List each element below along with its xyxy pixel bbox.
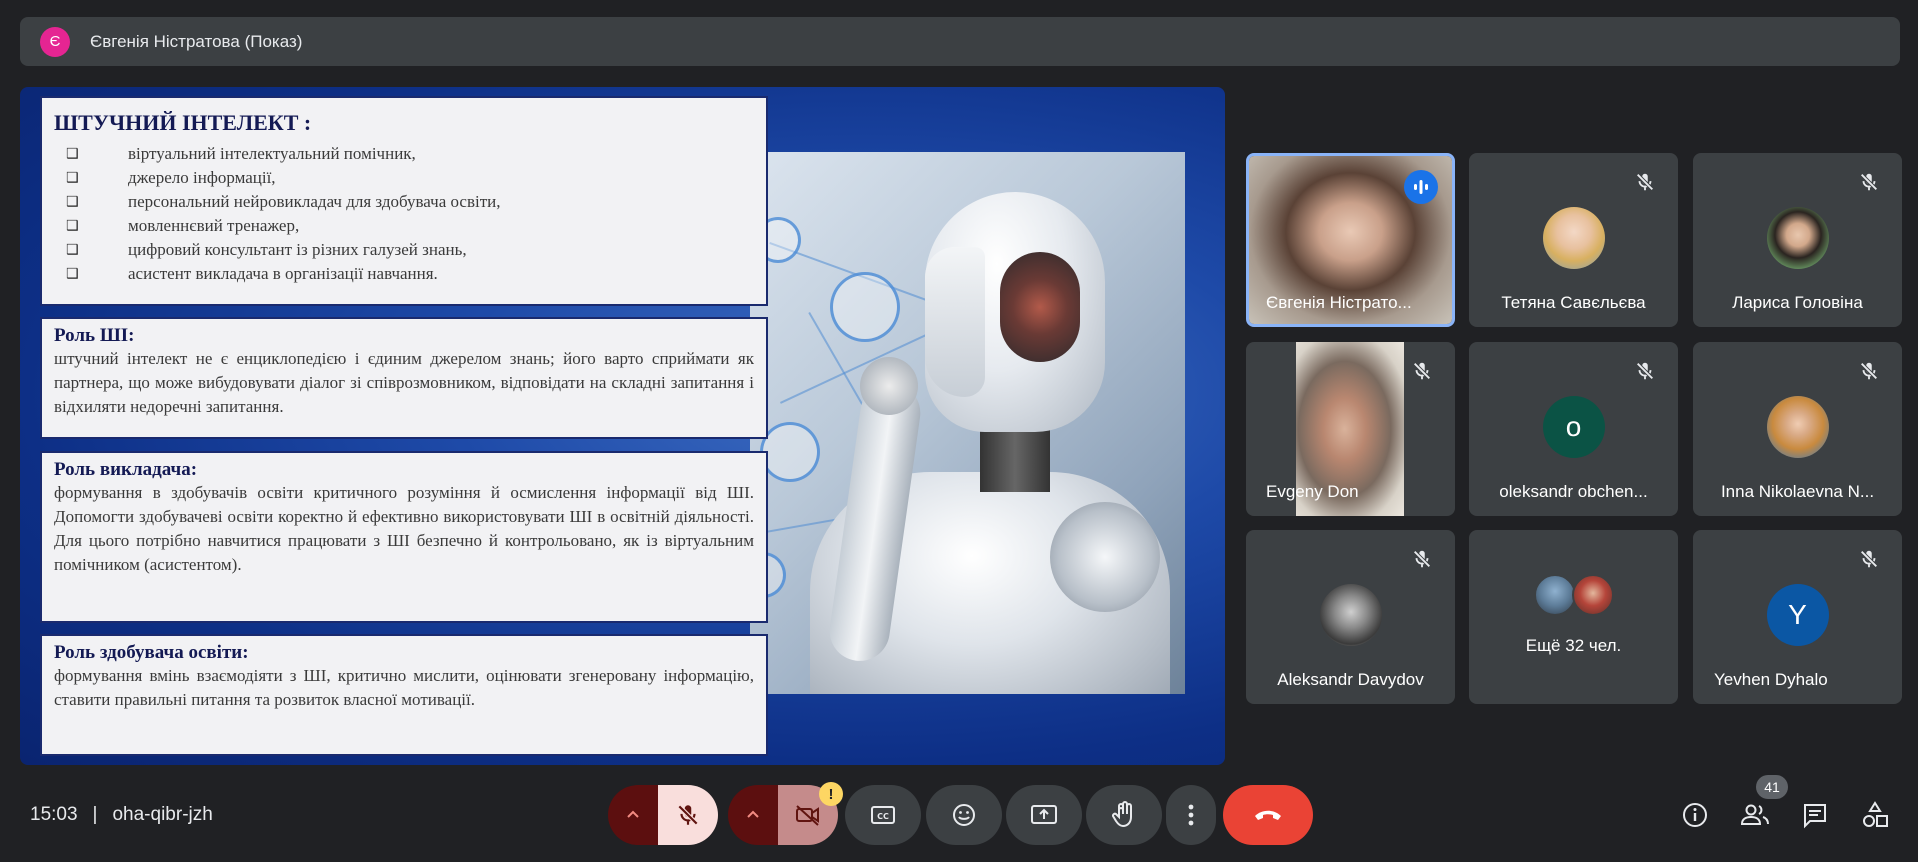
slide-box-teacher-role: Роль викладача: формування в здобувачів …: [40, 451, 768, 623]
chevron-up-icon: [627, 810, 639, 818]
mic-off-icon: [677, 804, 699, 826]
participant-tile-overflow[interactable]: Ещё 32 чел.: [1469, 530, 1678, 704]
checkbox-bullet-icon: ❑: [66, 242, 79, 258]
mic-off-icon: [1634, 171, 1656, 193]
participant-tile[interactable]: o oleksandr obchen...: [1469, 342, 1678, 516]
avatar: [1542, 207, 1605, 269]
participant-tile[interactable]: Y Yevhen Dyhalo: [1693, 530, 1902, 704]
avatar: Y: [1766, 584, 1829, 646]
people-icon: [1740, 804, 1769, 825]
checkbox-bullet-icon: ❑: [66, 218, 79, 234]
participant-name: oleksandr obchen...: [1499, 482, 1648, 501]
slide-box-title: Роль здобувача освіти:: [54, 642, 249, 663]
more-options-button[interactable]: [1166, 785, 1216, 845]
avatar: o: [1542, 396, 1605, 458]
slide-bullet-list: ❑ віртуальний інтелектуальний помічник, ❑…: [66, 142, 754, 286]
presented-slide: ШТУЧНИЙ ІНТЕЛЕКТ : ❑ віртуальний інтелект…: [20, 87, 1225, 765]
mic-off-icon: [1858, 548, 1880, 570]
chat-icon: [1804, 804, 1826, 829]
participant-name: Тетяна Савєльєва: [1501, 293, 1646, 312]
participant-tile[interactable]: Євгенія Ністрато...: [1246, 153, 1455, 327]
mic-off-icon: [1858, 360, 1880, 382]
chat-button[interactable]: [1798, 798, 1832, 832]
slide-box-title: ШТУЧНИЙ ІНТЕЛЕКТ :: [54, 110, 312, 135]
raise-hand-button[interactable]: [1086, 785, 1162, 845]
participant-tile[interactable]: Aleksandr Davydov: [1246, 530, 1455, 704]
camera-off-icon: [796, 805, 819, 826]
info-icon: [1683, 803, 1707, 827]
more-vert-icon: [1188, 804, 1194, 826]
slide-box-student-role: Роль здобувача освіти: формування вмінь …: [40, 634, 768, 756]
chevron-up-icon: [747, 810, 759, 818]
raise-hand-icon: [1112, 801, 1132, 828]
emoji-icon: [953, 804, 975, 826]
slide-box-ai-role: Роль ШІ: штучний інтелект не є енциклопе…: [40, 317, 768, 439]
reactions-button[interactable]: [926, 785, 1002, 845]
presenter-avatar: Є: [40, 26, 70, 57]
presenter-bar: Є Євгенія Ністратова (Показ): [20, 17, 1900, 66]
participant-name: Yevhen Dyhalo: [1714, 670, 1828, 689]
present-screen-icon: [1031, 805, 1057, 824]
camera-warning-badge: !: [819, 782, 843, 806]
participant-tile[interactable]: Inna Nikolaevna N...: [1693, 342, 1902, 516]
avatar: [1766, 207, 1829, 269]
participant-tile[interactable]: Лариса Головіна: [1693, 153, 1902, 327]
avatar-stack: [1534, 574, 1618, 618]
avatar: [1319, 584, 1382, 646]
slide-box-text: формування вмінь взаємодіяти з ШІ, крити…: [54, 666, 754, 709]
meeting-info: 15:03 | oha-qibr-jzh: [30, 804, 213, 826]
robot-illustration: [750, 152, 1185, 694]
participant-name: Лариса Головіна: [1732, 293, 1863, 312]
meeting-time: 15:03: [30, 804, 78, 825]
participant-tile[interactable]: Тетяна Савєльєва: [1469, 153, 1678, 327]
slide-bullet-item: ❑ цифровий консультант із різних галузей …: [66, 238, 754, 262]
avatar: [1534, 574, 1576, 616]
checkbox-bullet-icon: ❑: [66, 266, 79, 282]
closed-captions-icon: CC: [871, 806, 895, 824]
checkbox-bullet-icon: ❑: [66, 194, 79, 210]
checkbox-bullet-icon: ❑: [66, 170, 79, 186]
presenter-name: Євгенія Ністратова (Показ): [90, 31, 303, 51]
participant-name: Aleksandr Davydov: [1277, 670, 1424, 689]
leave-call-button[interactable]: [1223, 785, 1313, 845]
mic-off-icon: [1411, 548, 1433, 570]
mic-off-icon: [1411, 360, 1433, 382]
slide-bullet-item: ❑ віртуальний інтелектуальний помічник,: [66, 142, 754, 166]
participant-name: Євгенія Ністрато...: [1266, 293, 1412, 312]
present-screen-button[interactable]: [1006, 785, 1082, 845]
avatar: [1766, 396, 1829, 458]
activities-button[interactable]: [1858, 798, 1892, 832]
meeting-details-button[interactable]: [1678, 798, 1712, 832]
participant-name: Evgeny Don: [1266, 482, 1359, 501]
participants-count-badge: 41: [1756, 775, 1788, 799]
slide-box-title: Роль викладача:: [54, 459, 198, 480]
meeting-code[interactable]: oha-qibr-jzh: [112, 804, 212, 826]
speaking-indicator-icon: [1404, 170, 1438, 204]
activities-icon: [1863, 801, 1888, 827]
participant-tile[interactable]: Evgeny Don: [1246, 342, 1455, 516]
svg-text:CC: CC: [877, 812, 889, 821]
mic-off-icon: [1858, 171, 1880, 193]
slide-box-ai: ШТУЧНИЙ ІНТЕЛЕКТ : ❑ віртуальний інтелект…: [40, 96, 768, 306]
slide-bullet-item: ❑ персональний нейровикладач для здобувач…: [66, 190, 754, 214]
mic-control-group: [608, 785, 718, 845]
slide-bullet-item: ❑ асистент викладача в організації навчан…: [66, 262, 754, 286]
avatar: [1572, 574, 1614, 616]
slide-bullet-item: ❑ джерело інформації,: [66, 166, 754, 190]
participant-name: Inna Nikolaevna N...: [1720, 482, 1875, 501]
camera-options-button[interactable]: [728, 785, 778, 845]
slide-bullet-item: ❑ мовленнєвий тренажер,: [66, 214, 754, 238]
people-button[interactable]: [1738, 798, 1772, 832]
slide-box-title: Роль ШІ:: [54, 325, 135, 346]
mic-off-icon: [1634, 360, 1656, 382]
mic-options-button[interactable]: [608, 785, 658, 845]
hang-up-icon: [1255, 810, 1281, 820]
checkbox-bullet-icon: ❑: [66, 146, 79, 162]
mic-toggle-button[interactable]: [658, 785, 718, 845]
slide-box-text: штучний інтелект не є енциклопедією і єд…: [54, 349, 754, 416]
more-participants-label: Ещё 32 чел.: [1525, 636, 1622, 655]
captions-button[interactable]: CC: [845, 785, 921, 845]
slide-box-text: формування в здобувачів освіти критичног…: [54, 483, 754, 574]
meeting-info-separator: |: [92, 804, 98, 825]
